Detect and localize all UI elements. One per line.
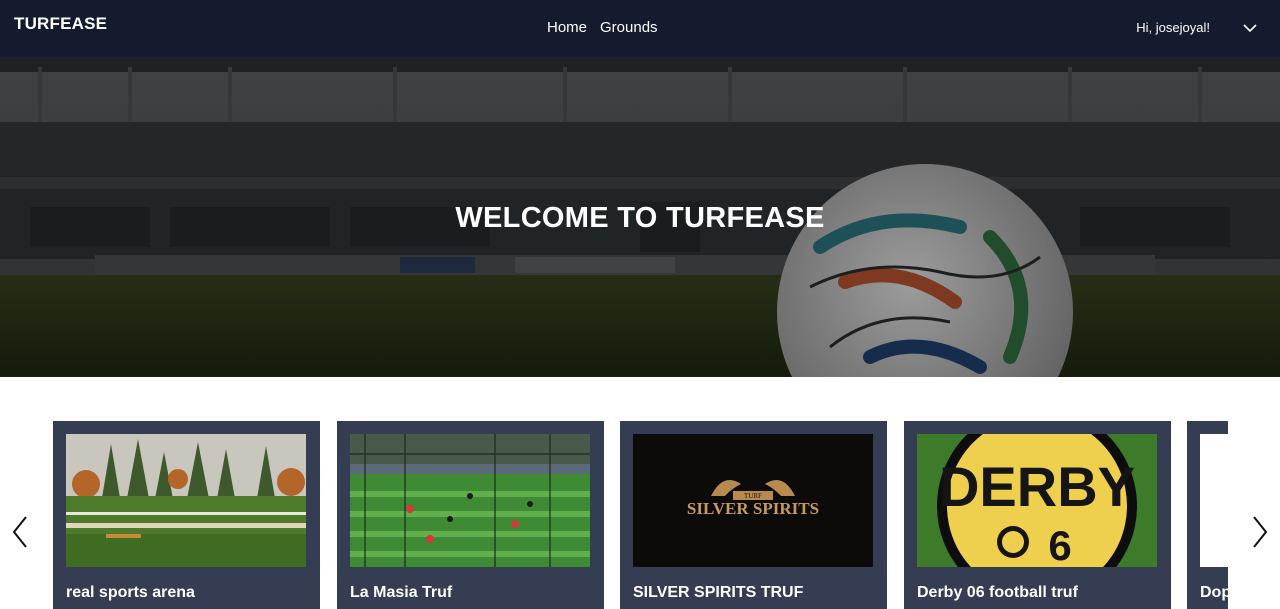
nav-grounds-link[interactable]: Grounds xyxy=(600,19,658,36)
ground-name: La Masia Truf xyxy=(350,584,453,601)
ground-card[interactable]: La Masia Truf xyxy=(337,421,604,609)
ground-image xyxy=(66,434,306,567)
chevron-down-icon[interactable] xyxy=(1242,20,1258,36)
grounds-carousel: real sports arena La Masia Truf TURF SIL… xyxy=(0,377,1280,609)
ground-name: SILVER SPIRITS TRUF xyxy=(633,584,804,601)
ground-card[interactable]: Dop xyxy=(1187,421,1228,609)
ground-card[interactable]: DERBY 6 Derby 06 football truf xyxy=(904,421,1171,609)
nav-home-link[interactable]: Home xyxy=(547,19,587,36)
ground-card[interactable]: real sports arena xyxy=(53,421,320,609)
ground-image: DERBY 6 xyxy=(917,434,1157,567)
chevron-right-icon[interactable] xyxy=(1251,515,1269,549)
carousel-track: real sports arena La Masia Truf TURF SIL… xyxy=(53,421,1228,609)
top-navbar: TURFEASE Home Grounds Hi, josejoyal! xyxy=(0,0,1280,57)
ground-card[interactable]: TURF SILVER SPIRITS SILVER SPIRITS TRUF xyxy=(620,421,887,609)
ground-name: real sports arena xyxy=(66,584,195,601)
nav-links: Home Grounds xyxy=(547,19,658,36)
brand-logo[interactable]: TURFEASE xyxy=(14,14,107,34)
ground-name: Dop xyxy=(1200,584,1228,601)
chevron-left-icon[interactable] xyxy=(11,515,29,549)
ground-image: TURF SILVER SPIRITS xyxy=(633,434,873,567)
logo-text: SILVER SPIRITS xyxy=(687,499,819,518)
user-greeting[interactable]: Hi, josejoyal! xyxy=(1136,20,1210,35)
logo-text-top: DERBY xyxy=(939,455,1135,518)
ground-image xyxy=(1200,434,1228,567)
hero-title: WELCOME TO TURFEASE xyxy=(455,202,825,234)
ground-name: Derby 06 football truf xyxy=(917,584,1078,601)
ground-image xyxy=(350,434,590,567)
logo-text-bottom: 6 xyxy=(1048,522,1071,567)
hero-banner: WELCOME TO TURFEASE xyxy=(0,57,1280,377)
